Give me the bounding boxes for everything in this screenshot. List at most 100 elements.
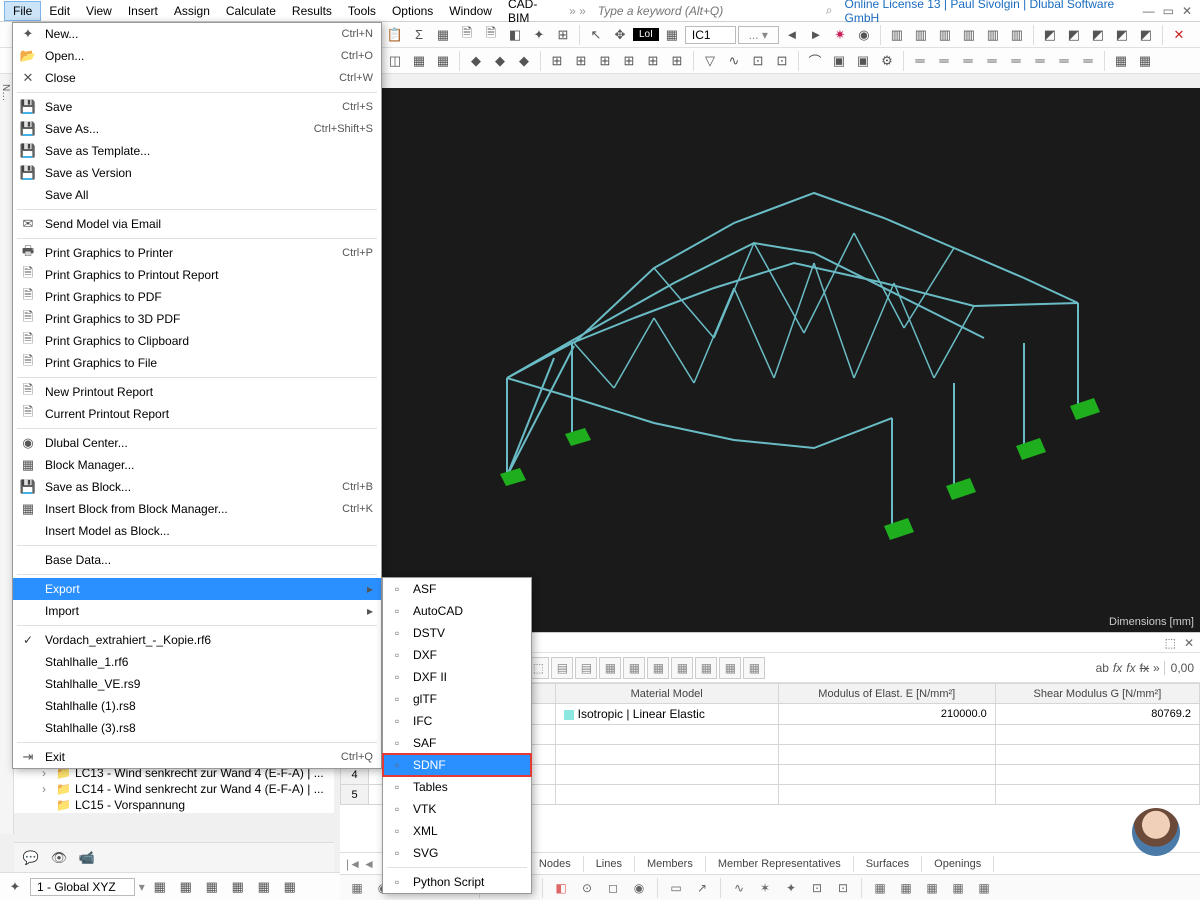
file-menu-item[interactable]: ✕CloseCtrl+W xyxy=(13,67,381,89)
menu-assign[interactable]: Assign xyxy=(166,2,218,20)
sb-magnet-icon[interactable]: ⊙ xyxy=(576,878,598,898)
grid-b3-icon[interactable]: ▤ xyxy=(551,657,573,679)
t2-k-icon[interactable]: ⊞ xyxy=(642,50,664,72)
t2-a-icon[interactable]: ◫ xyxy=(384,50,406,72)
tool-show-icon[interactable]: ◉ xyxy=(853,24,875,46)
file-menu-item[interactable]: 🖶Print Graphics to PrinterCtrl+P xyxy=(13,242,381,264)
file-menu-item[interactable]: Insert Model as Block... xyxy=(13,520,381,542)
fx-ab-icon[interactable]: ab xyxy=(1096,661,1109,675)
t2-n-icon[interactable]: ⊡ xyxy=(771,50,793,72)
export-item-vtk[interactable]: ▫VTK xyxy=(383,798,531,820)
tab-openings[interactable]: Openings xyxy=(922,856,994,872)
menu-window[interactable]: Window xyxy=(441,2,500,20)
coord-f-icon[interactable]: ▦ xyxy=(279,876,301,898)
sb-i-icon[interactable]: ◉ xyxy=(628,878,650,898)
tool-i-icon[interactable]: ◩ xyxy=(1087,24,1109,46)
sb-s-icon[interactable]: ▦ xyxy=(921,878,943,898)
sb-r-icon[interactable]: ▦ xyxy=(895,878,917,898)
file-menu-item[interactable]: ✓Vordach_extrahiert_-_Kopie.rf6 xyxy=(13,629,381,651)
tool-doc-icon[interactable]: 🗎 xyxy=(456,24,478,46)
grid-b8-icon[interactable]: ▦ xyxy=(671,657,693,679)
file-menu-item[interactable]: 🗎New Printout Report xyxy=(13,381,381,403)
file-menu-item[interactable]: Stahlhalle_1.rf6 xyxy=(13,651,381,673)
export-item-dxf-ii[interactable]: ▫DXF II xyxy=(383,666,531,688)
tool-prev-icon[interactable]: ◄ xyxy=(781,24,803,46)
t2-c-icon[interactable]: ▦ xyxy=(432,50,454,72)
tab-surfaces[interactable]: Surfaces xyxy=(854,856,922,872)
sb-m-icon[interactable]: ✶ xyxy=(754,878,776,898)
tool-k-icon[interactable]: ◩ xyxy=(1135,24,1157,46)
file-menu-item[interactable]: Save All xyxy=(13,184,381,206)
tool-next-icon[interactable]: ► xyxy=(805,24,827,46)
t2-b-icon[interactable]: ▦ xyxy=(408,50,430,72)
tab-lines[interactable]: Lines xyxy=(584,856,635,872)
nav-chat-icon[interactable]: 💬 xyxy=(20,847,42,869)
export-item-dstv[interactable]: ▫DSTV xyxy=(383,622,531,644)
tool-cube-icon[interactable]: ◧ xyxy=(504,24,526,46)
nav-eye-icon[interactable]: 👁 xyxy=(48,847,70,869)
t2-g-icon[interactable]: ⊞ xyxy=(546,50,568,72)
t2-m-icon[interactable]: ⊡ xyxy=(747,50,769,72)
search-icon[interactable]: ⌕ xyxy=(822,3,837,18)
t2-j-icon[interactable]: ⊞ xyxy=(618,50,640,72)
t2-x-icon[interactable]: ═ xyxy=(1077,50,1099,72)
tree-item-lc15[interactable]: 📁LC15 - Vorspannung xyxy=(14,797,334,813)
file-menu-item[interactable]: 🗎Print Graphics to Clipboard xyxy=(13,330,381,352)
export-item-svg[interactable]: ▫SVG xyxy=(383,842,531,864)
export-item-sdnf[interactable]: ▫SDNF xyxy=(383,754,531,776)
tab-first-icon[interactable]: |◄ xyxy=(346,857,361,871)
t2-y-icon[interactable]: ▦ xyxy=(1110,50,1132,72)
sb-o-icon[interactable]: ⊡ xyxy=(806,878,828,898)
file-menu-item[interactable]: 🗎Print Graphics to PDF xyxy=(13,286,381,308)
nav-camera-icon[interactable]: 📹 xyxy=(76,847,98,869)
fx-fx-icon[interactable]: fx xyxy=(1113,661,1122,675)
sb-j-icon[interactable]: ▭ xyxy=(665,878,687,898)
loadcase-combo[interactable]: IC1 xyxy=(685,26,736,44)
file-menu-item[interactable]: ▦Insert Block from Block Manager...Ctrl+… xyxy=(13,498,381,520)
t2-filter-icon[interactable]: ▽ xyxy=(699,50,721,72)
tool-dim-icon[interactable]: ⊞ xyxy=(552,24,574,46)
tool-g-icon[interactable]: ◩ xyxy=(1039,24,1061,46)
tool-select-icon[interactable]: ↖ xyxy=(585,24,607,46)
export-item-ifc[interactable]: ▫IFC xyxy=(383,710,531,732)
file-menu-item[interactable]: 💾Save as Block...Ctrl+B xyxy=(13,476,381,498)
sb-cube-icon[interactable]: ◧ xyxy=(550,878,572,898)
export-item-gltf[interactable]: ▫glTF xyxy=(383,688,531,710)
sb-p-icon[interactable]: ⊡ xyxy=(832,878,854,898)
file-menu-item[interactable]: 📂Open...Ctrl+O xyxy=(13,45,381,67)
export-item-dxf[interactable]: ▫DXF xyxy=(383,644,531,666)
file-menu-item[interactable]: 💾Save As...Ctrl+Shift+S xyxy=(13,118,381,140)
sb-u-icon[interactable]: ▦ xyxy=(973,878,995,898)
t2-e-icon[interactable]: ◆ xyxy=(489,50,511,72)
grid-b11-icon[interactable]: ▦ xyxy=(743,657,765,679)
tab-members[interactable]: Members xyxy=(635,856,706,872)
tool-grid-icon[interactable]: ▦ xyxy=(432,24,454,46)
tool-f-icon[interactable]: ▥ xyxy=(1006,24,1028,46)
menu-tools[interactable]: Tools xyxy=(340,2,384,20)
tool-lol-icon[interactable]: ▦ xyxy=(661,24,683,46)
file-menu-item[interactable]: 💾SaveCtrl+S xyxy=(13,96,381,118)
menu-results[interactable]: Results xyxy=(284,2,340,20)
file-menu-item[interactable]: Import▸ xyxy=(13,600,381,622)
file-menu-item[interactable]: ◉Dlubal Center... xyxy=(13,432,381,454)
tool-doc2-icon[interactable]: 🗎 xyxy=(480,24,502,46)
tool-c-icon[interactable]: ▥ xyxy=(934,24,956,46)
file-menu-item[interactable]: Stahlhalle (1).rs8 xyxy=(13,695,381,717)
file-menu-item[interactable]: ✦New...Ctrl+N xyxy=(13,23,381,45)
restore-icon[interactable]: ▭ xyxy=(1159,4,1178,18)
fx-fxx-icon[interactable]: fx xyxy=(1126,661,1135,675)
t2-p-icon[interactable]: ▣ xyxy=(852,50,874,72)
export-item-saf[interactable]: ▫SAF xyxy=(383,732,531,754)
t2-h-icon[interactable]: ⊞ xyxy=(570,50,592,72)
sb-l-icon[interactable]: ∿ xyxy=(728,878,750,898)
tab-nodes[interactable]: Nodes xyxy=(527,856,584,872)
tool-wind-icon[interactable]: ✷ xyxy=(829,24,851,46)
coord-sys-combo[interactable]: 1 - Global XYZ xyxy=(30,878,135,896)
tool-clipboard-icon[interactable]: 📋 xyxy=(384,24,406,46)
t2-i-icon[interactable]: ⊞ xyxy=(594,50,616,72)
tab-prev-icon[interactable]: ◄ xyxy=(363,857,375,871)
sb-t-icon[interactable]: ▦ xyxy=(947,878,969,898)
file-menu-item[interactable]: ▦Block Manager... xyxy=(13,454,381,476)
export-item-xml[interactable]: ▫XML xyxy=(383,820,531,842)
t2-v-icon[interactable]: ═ xyxy=(1029,50,1051,72)
